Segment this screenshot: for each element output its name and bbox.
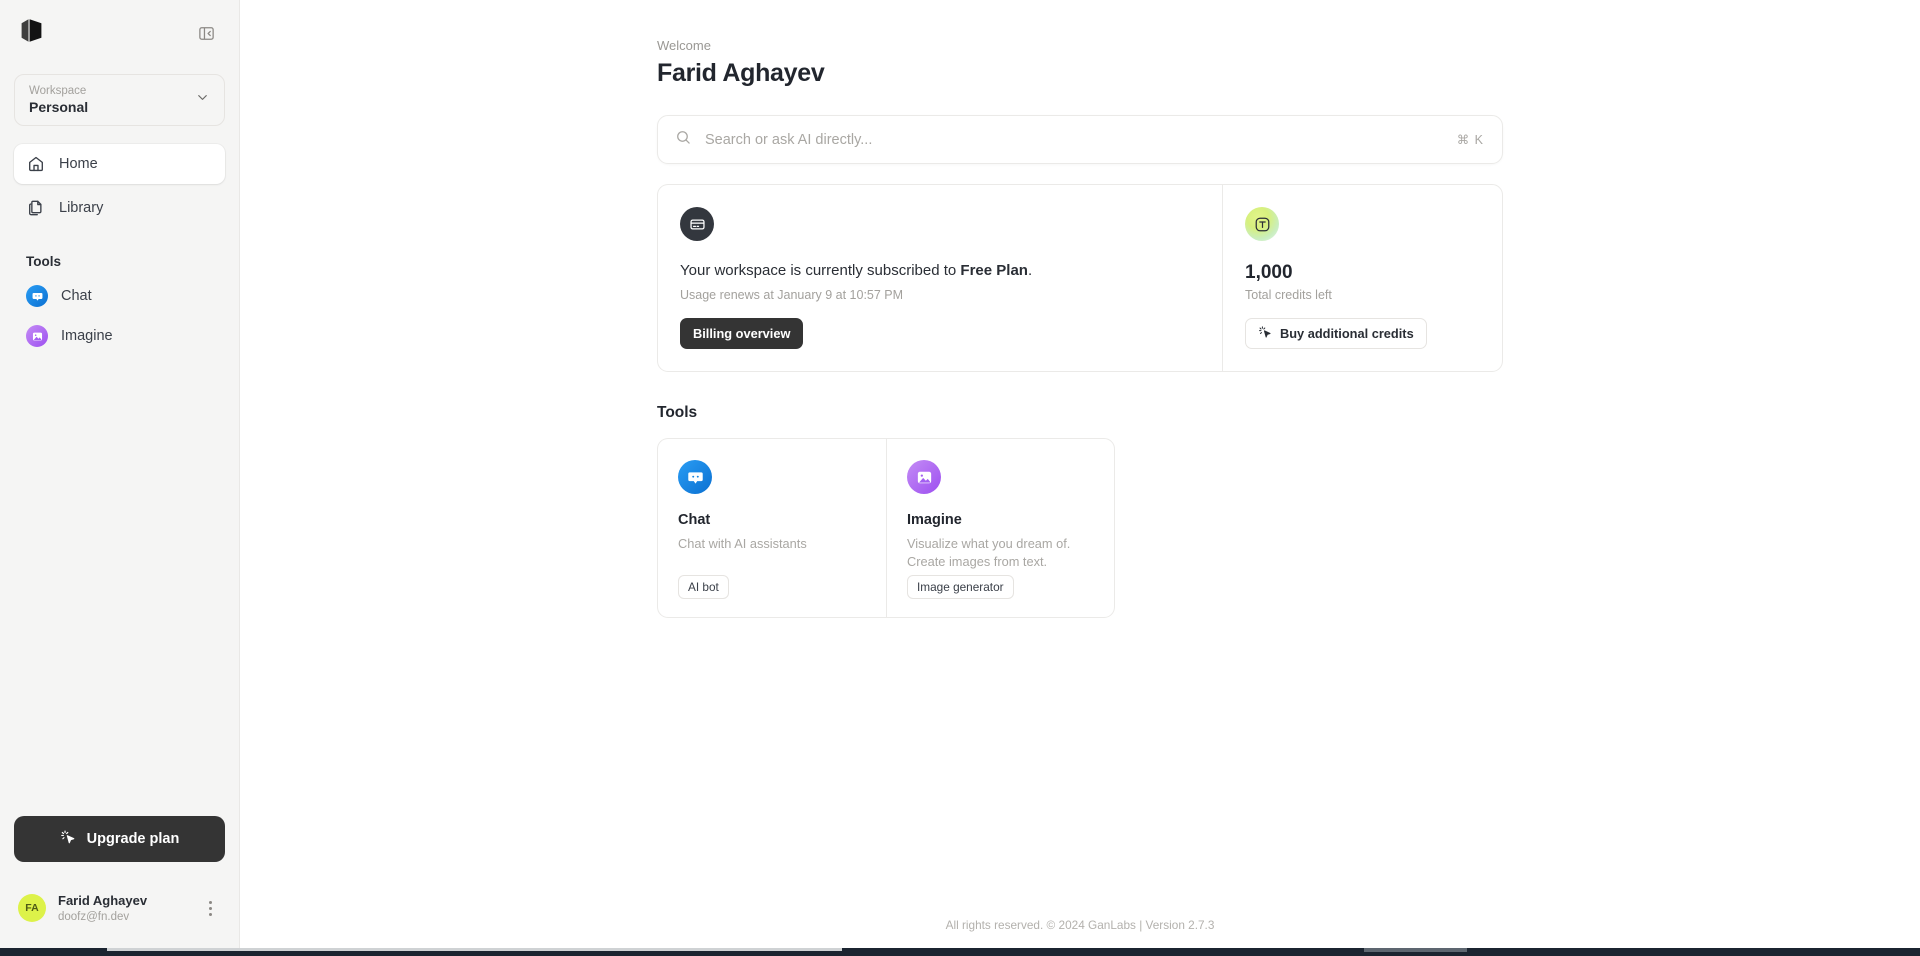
image-icon xyxy=(907,460,941,494)
tool-card-chat[interactable]: Chat Chat with AI assistants AI bot xyxy=(657,438,886,618)
chat-bot-icon xyxy=(26,285,48,307)
credits-card: 1,000 Total credits left Buy additional … xyxy=(1222,184,1503,372)
sidebar-nav: Home Library xyxy=(14,144,225,228)
tool-card-chat-tag: AI bot xyxy=(678,575,729,599)
home-icon xyxy=(26,155,45,174)
image-icon xyxy=(26,325,48,347)
tool-card-imagine-tag: Image generator xyxy=(907,575,1014,599)
sidebar-tool-imagine-label: Imagine xyxy=(61,328,113,344)
welcome-label: Welcome xyxy=(657,38,711,53)
search-shortcut-hint: ⌘ K xyxy=(1456,133,1484,147)
workspace-texts: Workspace Personal xyxy=(29,85,195,116)
upgrade-plan-button[interactable]: Upgrade plan xyxy=(14,816,225,862)
tool-card-imagine-description: Visualize what you dream of. Create imag… xyxy=(907,536,1071,569)
credits-label: Total credits left xyxy=(1245,288,1332,302)
billing-text-before: Your workspace is currently subscribed t… xyxy=(680,262,961,279)
tools-section-heading: Tools xyxy=(657,404,698,421)
sidebar-item-library[interactable]: Library xyxy=(14,188,225,228)
sidebar-tool-imagine[interactable]: Imagine xyxy=(14,316,225,356)
ganlabs-logo[interactable] xyxy=(20,18,43,48)
tool-card-chat-description: Chat with AI assistants xyxy=(678,536,807,551)
os-taskbar-segment-grey xyxy=(1364,948,1467,952)
workspace-switcher[interactable]: Workspace Personal xyxy=(14,74,225,126)
tool-card-imagine[interactable]: Imagine Visualize what you dream of. Cre… xyxy=(886,438,1115,618)
buy-credits-button[interactable]: Buy additional credits xyxy=(1245,318,1427,349)
sidebar-tool-chat[interactable]: Chat xyxy=(14,276,225,316)
footer-text: All rights reserved. © 2024 GanLabs | Ve… xyxy=(945,918,1215,932)
sparkle-cursor-icon xyxy=(1258,325,1272,342)
search-icon xyxy=(675,129,692,151)
app-root: Workspace Personal Home Library Tools Ch… xyxy=(0,0,1920,956)
search-input[interactable] xyxy=(705,131,1444,148)
billing-overview-button[interactable]: Billing overview xyxy=(680,318,804,349)
panel-collapse-left-icon[interactable] xyxy=(193,20,219,46)
user-texts: Farid Aghayev doofz@fn.dev xyxy=(58,893,189,924)
user-profile-row[interactable]: FA Farid Aghayev doofz@fn.dev xyxy=(14,882,225,934)
avatar: FA xyxy=(18,894,46,922)
sidebar-header xyxy=(14,0,225,66)
os-taskbar xyxy=(0,948,1920,956)
chat-bot-icon xyxy=(678,460,712,494)
tool-card-chat-title: Chat xyxy=(678,512,711,528)
sidebar-item-home-label: Home xyxy=(59,156,98,172)
sidebar-item-library-label: Library xyxy=(59,200,104,216)
user-email: doofz@fn.dev xyxy=(58,910,130,923)
sidebar: Workspace Personal Home Library Tools Ch… xyxy=(0,0,240,948)
tool-card-chat-spacer xyxy=(678,553,866,575)
token-t-icon xyxy=(1245,207,1279,241)
billing-card: Your workspace is currently subscribed t… xyxy=(657,184,1222,372)
main-content: Welcome Farid Aghayev ⌘ K xyxy=(240,0,1920,948)
upgrade-plan-label: Upgrade plan xyxy=(86,831,180,847)
user-name: Farid Aghayev xyxy=(58,892,148,908)
credits-value: 1,000 xyxy=(1245,262,1293,283)
buy-credits-label: Buy additional credits xyxy=(1280,326,1414,341)
content-column: Welcome Farid Aghayev ⌘ K xyxy=(657,0,1503,618)
billing-renew-text: Usage renews at January 9 at 10:57 PM xyxy=(680,288,904,302)
credit-card-icon xyxy=(680,207,714,241)
os-taskbar-segment-light xyxy=(107,948,842,951)
kebab-menu-icon[interactable] xyxy=(201,900,219,916)
summary-cards-row: Your workspace is currently subscribed t… xyxy=(657,184,1503,372)
sidebar-item-home[interactable]: Home xyxy=(14,144,225,184)
sidebar-tools-heading: Tools xyxy=(26,254,61,269)
billing-plan-name: Free Plan xyxy=(960,262,1028,279)
chevron-down-icon xyxy=(195,90,210,110)
search-box[interactable]: ⌘ K xyxy=(657,115,1503,164)
billing-text-after: . xyxy=(1027,262,1033,279)
tools-grid: Chat Chat with AI assistants AI bot Imag… xyxy=(657,438,1503,618)
sidebar-tool-chat-label: Chat xyxy=(61,288,92,304)
workspace-label: Workspace xyxy=(29,84,87,97)
page-title: Farid Aghayev xyxy=(657,59,825,87)
tool-card-imagine-title: Imagine xyxy=(907,512,962,528)
library-icon xyxy=(26,199,45,218)
sparkle-cursor-icon xyxy=(60,829,76,849)
billing-plan-text: Your workspace is currently subscribed t… xyxy=(680,261,1202,281)
billing-overview-label: Billing overview xyxy=(693,326,791,341)
workspace-value: Personal xyxy=(29,98,89,115)
